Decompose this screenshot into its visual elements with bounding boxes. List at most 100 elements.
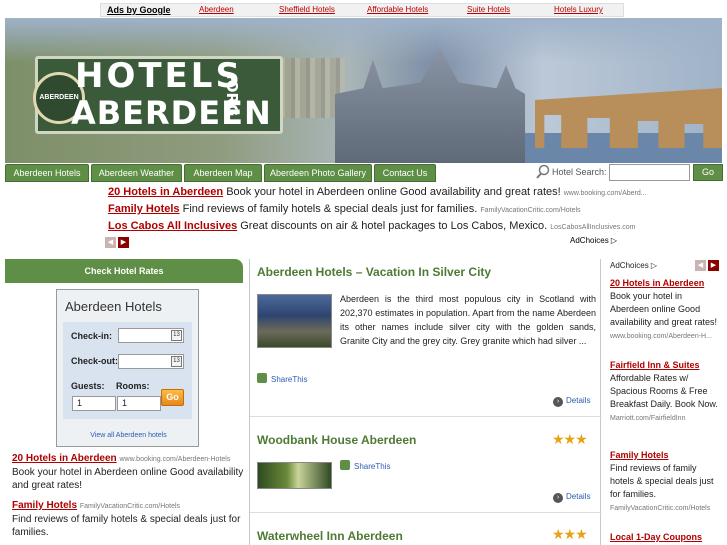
main-content: Aberdeen Hotels – Vacation In Silver Cit… <box>249 259 602 545</box>
right-ad-1-title[interactable]: 20 Hotels in Aberdeen <box>610 278 704 288</box>
ads-link-strip: Ads by Google Aberdeen Sheffield Hotels … <box>100 3 624 17</box>
calendar-icon[interactable]: 13 <box>171 356 182 367</box>
right-ad-next-arrow-icon[interactable]: ▶ <box>708 260 719 271</box>
article-1-title[interactable]: Aberdeen Hotels – Vacation In Silver Cit… <box>257 265 491 279</box>
check-hotel-rates-header: Check Hotel Rates <box>5 259 243 283</box>
article-1-details-link[interactable]: › Details <box>553 396 590 407</box>
logo-aberdeen-text: ABERDEEN <box>71 94 272 132</box>
hotel-search-label: Hotel Search: <box>552 167 607 177</box>
rooms-label: Rooms: <box>116 381 150 391</box>
top-ad-3-text: Great discounts on air & hotel packages … <box>240 220 548 232</box>
share-icon <box>340 460 350 470</box>
article-divider <box>250 512 602 513</box>
rooms-select[interactable]: 1 <box>117 396 161 411</box>
top-ad-1-title[interactable]: 20 Hotels in Aberdeen <box>108 186 223 198</box>
guests-label: Guests: <box>71 381 105 391</box>
right-ad-3-text: Find reviews of family hotels & special … <box>610 463 714 499</box>
top-ad-2-title[interactable]: Family Hotels <box>108 203 180 215</box>
logo-hotels-text: HOTELS <box>75 56 243 96</box>
right-ad-4-title[interactable]: Local 1-Day Coupons <box>610 532 702 542</box>
nav-tab-aberdeen-weather[interactable]: Aberdeen Weather <box>91 164 182 182</box>
top-ad-2-text: Find reviews of family hotels & special … <box>182 203 478 215</box>
left-ad-1-url[interactable]: www.booking.com/Aberdeen-Hotels <box>119 456 230 463</box>
right-ad-2[interactable]: Fairfield Inn & Suites Affordable Rates … <box>610 359 723 425</box>
article-3-star-rating: ★★★ <box>552 526 588 542</box>
right-ad-2-title[interactable]: Fairfield Inn & Suites <box>610 360 700 370</box>
nav-tab-photo-gallery[interactable]: Aberdeen Photo Gallery <box>264 164 372 182</box>
nav-tab-aberdeen-map[interactable]: Aberdeen Map <box>184 164 262 182</box>
left-ad-2-text: Find reviews of family hotels & special … <box>12 514 241 538</box>
checkin-date-input[interactable]: 13 <box>118 328 184 343</box>
hotel-search-go-button[interactable]: Go <box>693 164 723 181</box>
article-1-share-label: ShareThis <box>271 375 308 384</box>
top-ad-3-title[interactable]: Los Cabos All Inclusives <box>108 220 237 232</box>
article-2-details-link[interactable]: › Details <box>553 492 590 503</box>
right-ad-3[interactable]: Family Hotels Find reviews of family hot… <box>610 449 723 515</box>
calendar-icon[interactable]: 13 <box>171 330 182 341</box>
top-ad-2[interactable]: Family Hotels Find reviews of family hot… <box>108 203 581 215</box>
article-1-thumbnail[interactable] <box>257 294 332 348</box>
left-ad-1-text: Book your hotel in Aberdeen online Good … <box>12 467 244 491</box>
right-adchoices-label: AdChoices <box>610 261 649 270</box>
main-nav: Aberdeen Hotels Aberdeen Weather Aberdee… <box>5 163 723 183</box>
ads-by-google-label[interactable]: Ads by Google <box>107 5 171 15</box>
right-ad-1-text: Book your hotel in Aberdeen online Good … <box>610 291 718 327</box>
article-2-details-label: Details <box>566 492 591 501</box>
left-ad-2[interactable]: Family Hotels FamilyVacationCritic.com/H… <box>12 499 244 539</box>
checkout-label: Check-out: <box>71 356 118 366</box>
hotel-search-input[interactable] <box>609 164 690 181</box>
article-2-title[interactable]: Woodbank House Aberdeen <box>257 433 416 447</box>
right-ad-3-title[interactable]: Family Hotels <box>610 450 669 460</box>
search-box-title: Aberdeen Hotels <box>65 299 162 314</box>
ad-next-arrow-icon[interactable]: ▶ <box>118 237 129 248</box>
ad-link-aberdeen[interactable]: Aberdeen <box>199 5 234 14</box>
article-1-text: Aberdeen is the third most populous city… <box>340 294 596 346</box>
details-arrow-icon: › <box>553 493 563 503</box>
ad-link-hotels-luxury[interactable]: Hotels Luxury <box>554 5 603 14</box>
article-1-details-label: Details <box>566 396 591 405</box>
banner-cathedral-image <box>335 48 525 163</box>
right-adchoices-link[interactable]: AdChoices ▷ <box>610 261 657 270</box>
article-2-thumbnail[interactable] <box>257 462 332 489</box>
ad-link-suite-hotels[interactable]: Suite Hotels <box>467 5 510 14</box>
adchoices-link[interactable]: AdChoices ▷ <box>570 236 617 245</box>
right-ad-1[interactable]: 20 Hotels in Aberdeen Book your hotel in… <box>610 277 723 343</box>
right-ad-1-url[interactable]: www.booking.com/Aberdeen-H... <box>610 333 712 340</box>
checkin-label: Check-in: <box>71 331 113 341</box>
article-1-share[interactable]: ShareThis <box>257 373 307 384</box>
top-ad-3[interactable]: Los Cabos All Inclusives Great discounts… <box>108 220 635 232</box>
right-ad-prev-arrow-icon[interactable]: ◀ <box>695 260 706 271</box>
guests-select[interactable]: 1 <box>72 396 116 411</box>
top-ad-1[interactable]: 20 Hotels in Aberdeen Book your hotel in… <box>108 186 647 198</box>
article-2-share[interactable]: ShareThis <box>340 460 390 471</box>
logo-org-text: .ORG <box>223 74 241 117</box>
share-icon <box>257 373 267 383</box>
ad-prev-arrow-icon[interactable]: ◀ <box>105 237 116 248</box>
left-ad-2-title[interactable]: Family Hotels <box>12 500 77 511</box>
view-all-hotels-link[interactable]: View all Aberdeen hotels <box>57 432 200 439</box>
top-ad-3-url[interactable]: LosCabosAllInclusives.com <box>550 224 635 231</box>
top-ad-2-url[interactable]: FamilyVacationCritic.com/Hotels <box>480 207 580 214</box>
right-ad-3-url[interactable]: FamilyVacationCritic.com/Hotels <box>610 505 710 512</box>
search-icon <box>536 164 550 179</box>
ad-link-affordable-hotels[interactable]: Affordable Hotels <box>367 5 428 14</box>
right-ad-4[interactable]: Local 1-Day Coupons <box>610 531 723 544</box>
nav-tab-contact-us[interactable]: Contact Us <box>374 164 436 182</box>
article-2-share-label: ShareThis <box>354 462 391 471</box>
adchoices-label: AdChoices <box>570 236 609 245</box>
check-rates-go-button[interactable]: Go <box>161 389 184 406</box>
ad-link-sheffield-hotels[interactable]: Sheffield Hotels <box>279 5 335 14</box>
right-ad-2-url[interactable]: Marriott.com/FairfieldInn <box>610 415 685 422</box>
left-ad-2-url[interactable]: FamilyVacationCritic.com/Hotels <box>80 503 180 510</box>
hotel-rates-search-box: Aberdeen Hotels Check-in: 13 Check-out: … <box>56 289 199 447</box>
top-ad-1-url[interactable]: www.booking.com/Aberd... <box>564 190 647 197</box>
top-ad-1-text: Book your hotel in Aberdeen online Good … <box>226 186 561 198</box>
details-arrow-icon: › <box>553 397 563 407</box>
checkout-date-input[interactable]: 13 <box>118 354 184 369</box>
nav-tab-aberdeen-hotels[interactable]: Aberdeen Hotels <box>5 164 89 182</box>
header-banner: ABERDEEN HOTELS ABERDEEN .ORG <box>5 18 722 163</box>
article-3-title[interactable]: Waterwheel Inn Aberdeen <box>257 529 403 543</box>
left-ad-1[interactable]: 20 Hotels in Aberdeen www.booking.com/Ab… <box>12 452 244 492</box>
left-ad-1-title[interactable]: 20 Hotels in Aberdeen <box>12 453 117 464</box>
article-2-star-rating: ★★★ <box>552 431 588 447</box>
